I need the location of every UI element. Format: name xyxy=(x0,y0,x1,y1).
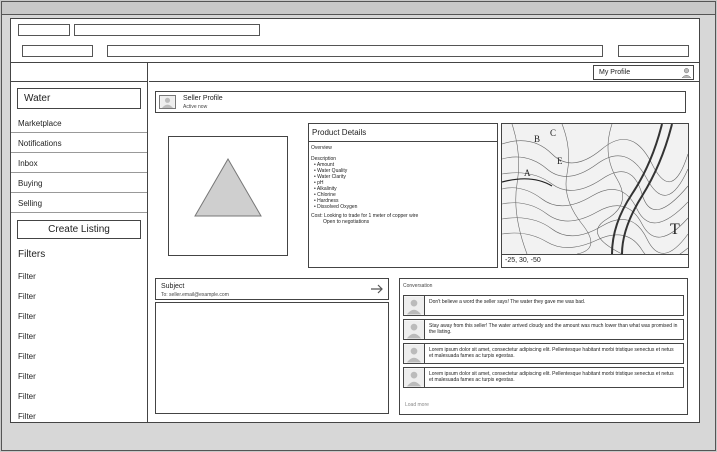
content-topbar: My Profile xyxy=(149,63,699,82)
product-details-title: Product Details xyxy=(309,124,497,142)
message-text: Lorem ipsum dolor sit amet, consectetur … xyxy=(429,347,674,359)
sidebar-item-notifications[interactable]: Notifications xyxy=(11,133,147,153)
subject-label: Subject xyxy=(161,283,185,290)
map-coordinates: -25, 30, -50 xyxy=(502,254,688,267)
browser-menu-button[interactable] xyxy=(618,45,689,57)
filter-item[interactable]: Filter xyxy=(18,292,36,312)
seller-name: Seller Profile xyxy=(183,95,223,102)
recipient-email: To: seller.email@example.com xyxy=(161,292,229,298)
location-map[interactable]: A B C E T -25, 30, -50 xyxy=(501,123,689,268)
my-profile-button[interactable]: My Profile xyxy=(593,65,694,80)
user-icon xyxy=(681,68,692,78)
sidebar-item-selling[interactable]: Selling xyxy=(11,193,147,213)
topographic-map: A B C E T xyxy=(501,123,689,262)
filter-item[interactable]: Filter xyxy=(18,372,36,392)
sidebar-nav: Marketplace Notifications Inbox Buying S… xyxy=(11,113,147,213)
message-subject-bar[interactable]: Subject To: seller.email@example.com xyxy=(155,278,389,300)
create-listing-button[interactable]: Create Listing xyxy=(17,220,141,239)
nav-buttons[interactable] xyxy=(22,45,93,57)
sidebar-header xyxy=(11,63,147,82)
map-label-a: A xyxy=(524,168,531,178)
message-item[interactable]: Stay away from this seller! The water ar… xyxy=(403,319,684,340)
filters-heading: Filters xyxy=(18,249,46,260)
message-item[interactable]: Don't believe a word the seller says! Th… xyxy=(403,295,684,316)
filter-item[interactable]: Filter xyxy=(18,312,36,332)
map-label-b: B xyxy=(534,134,540,144)
messages-panel: Conversation Don't believe a word the se… xyxy=(399,278,688,415)
load-more-link[interactable]: Load more xyxy=(405,402,429,408)
app-window: Water Marketplace Notifications Inbox Bu… xyxy=(1,1,716,451)
map-label-e: E xyxy=(557,156,563,166)
tab-strip xyxy=(11,19,699,39)
filter-item[interactable]: Filter xyxy=(18,332,36,352)
product-details-body: Overview Description Amount Water Qualit… xyxy=(309,142,497,228)
address-bar[interactable] xyxy=(107,45,603,57)
browser-tab-active[interactable] xyxy=(74,24,260,36)
attribute-list: Amount Water Quality Water Clarity pH Al… xyxy=(311,162,495,210)
product-details-panel: Product Details Overview Description Amo… xyxy=(308,123,498,268)
message-item[interactable]: Lorem ipsum dolor sit amet, consectetur … xyxy=(403,367,684,388)
sidebar-item-buying[interactable]: Buying xyxy=(11,173,147,193)
map-label-c: C xyxy=(550,128,556,138)
filter-list: Filter Filter Filter Filter Filter Filte… xyxy=(18,272,36,432)
send-arrow-icon[interactable] xyxy=(370,283,384,295)
sidebar-item-inbox[interactable]: Inbox xyxy=(11,153,147,173)
user-avatar-icon xyxy=(404,320,425,339)
image-placeholder-icon xyxy=(194,158,262,217)
map-label-t: T xyxy=(670,221,680,238)
product-image xyxy=(168,136,288,256)
sidebar-item-marketplace[interactable]: Marketplace xyxy=(11,113,147,133)
window-titlebar xyxy=(2,2,715,15)
filter-item[interactable]: Filter xyxy=(18,352,36,372)
address-row xyxy=(11,39,699,62)
seller-avatar-icon xyxy=(159,95,176,109)
message-item[interactable]: Lorem ipsum dolor sit amet, consectetur … xyxy=(403,343,684,364)
sidebar: Water Marketplace Notifications Inbox Bu… xyxy=(11,63,148,422)
negotiation-note: Open to negotiations xyxy=(323,219,370,225)
search-input[interactable]: Water xyxy=(17,88,141,109)
filter-item[interactable]: Filter xyxy=(18,392,36,412)
filter-item[interactable]: Filter xyxy=(18,412,36,432)
seller-profile-bar[interactable]: Seller Profile Active now xyxy=(155,91,686,113)
filter-item[interactable]: Filter xyxy=(18,272,36,292)
my-profile-label: My Profile xyxy=(599,69,631,76)
user-avatar-icon xyxy=(404,296,425,315)
message-text: Stay away from this seller! The water ar… xyxy=(429,323,678,335)
message-body-input[interactable] xyxy=(155,302,389,414)
messages-title: Conversation xyxy=(403,283,433,289)
message-text: Lorem ipsum dolor sit amet, consectetur … xyxy=(429,371,674,383)
user-avatar-icon xyxy=(404,344,425,363)
message-text: Don't believe a word the seller says! Th… xyxy=(429,299,586,305)
user-avatar-icon xyxy=(404,368,425,387)
browser-tab-small[interactable] xyxy=(18,24,70,36)
seller-status: Active now xyxy=(183,104,208,110)
